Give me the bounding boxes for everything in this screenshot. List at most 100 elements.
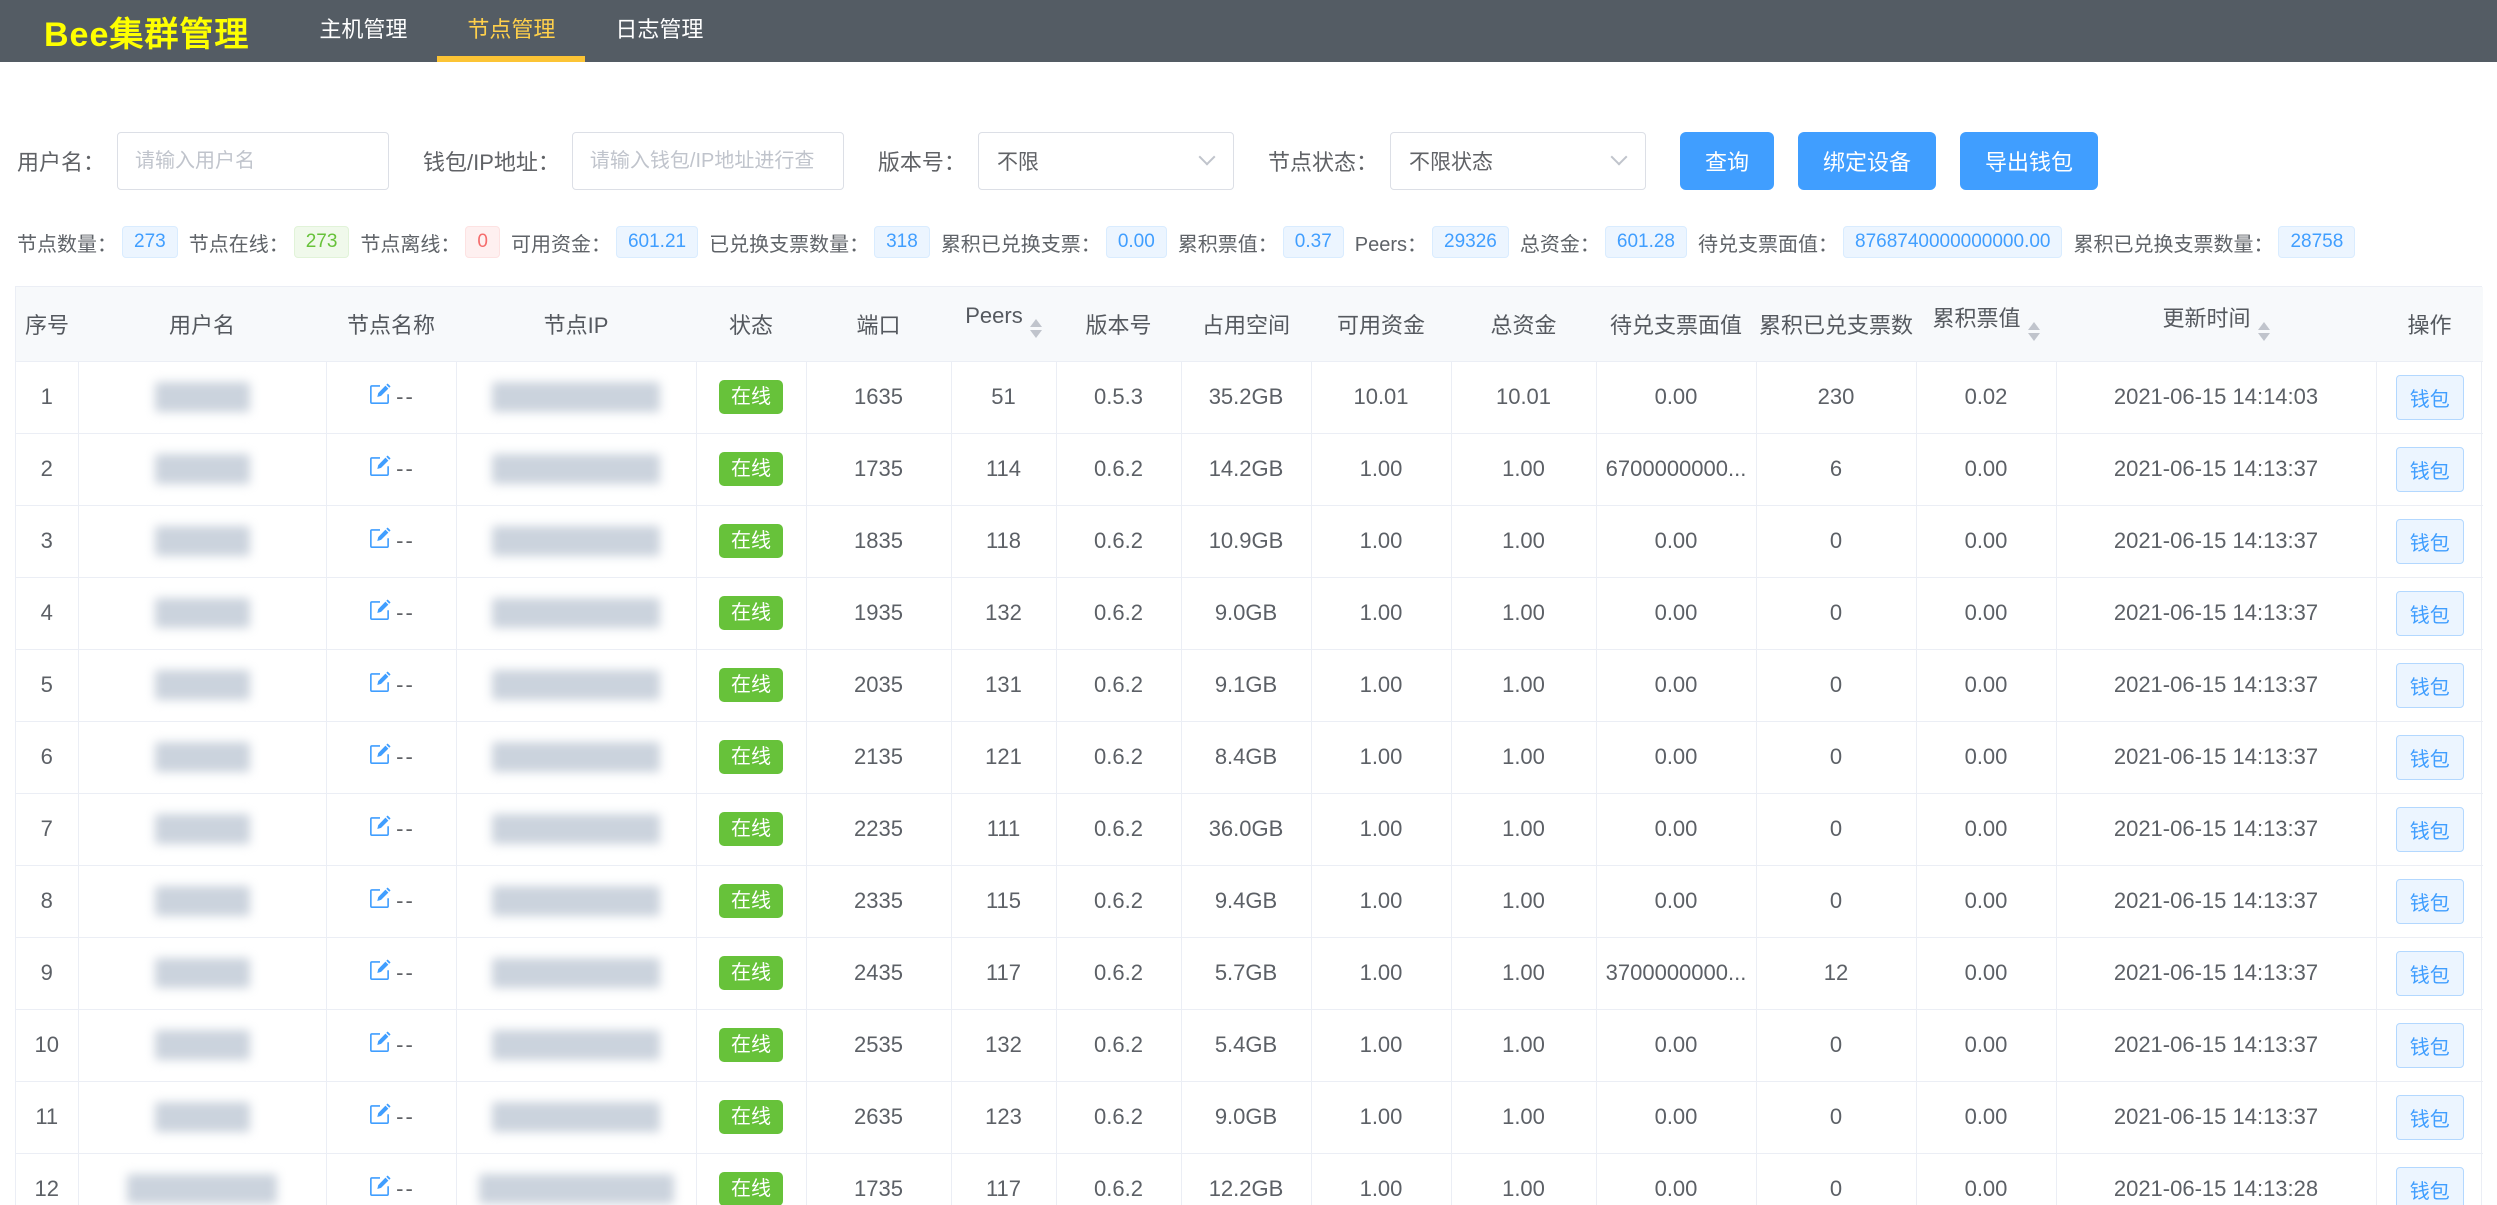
wallet-button[interactable]: 钱包 <box>2396 1023 2464 1068</box>
redacted-node-ip <box>492 670 660 700</box>
column-header-status: 状态 <box>696 287 806 361</box>
cell-action: 钱包 <box>2376 361 2483 433</box>
version-select[interactable]: 不限 <box>978 132 1234 190</box>
filter-version: 版本号： 不限 <box>878 132 1234 190</box>
column-header-label: 总资金 <box>1490 313 1556 338</box>
cell-ticket: 0.00 <box>1916 1153 2056 1205</box>
edit-icon[interactable] <box>367 885 393 917</box>
cell-node_ip <box>456 1009 696 1081</box>
cell-ticket: 0.00 <box>1916 649 2056 721</box>
wallet-label: 钱包/IP地址： <box>423 145 560 177</box>
column-header-label: 序号 <box>25 313 69 338</box>
column-header-total: 总资金 <box>1451 287 1596 361</box>
column-header-label: 端口 <box>856 313 900 338</box>
wallet-button[interactable]: 钱包 <box>2396 1095 2464 1140</box>
cell-updated: 2021-06-15 14:13:28 <box>2056 1153 2376 1205</box>
wallet-input[interactable] <box>572 132 844 190</box>
cell-status: 在线 <box>696 793 806 865</box>
app-brand: Bee集群管理 <box>44 0 249 62</box>
cell-node_ip <box>456 793 696 865</box>
status-badge-online: 在线 <box>719 1100 783 1134</box>
cell-port: 2635 <box>806 1081 951 1153</box>
cell-index: 4 <box>16 577 78 649</box>
nav-tab[interactable]: 日志管理 <box>585 0 733 62</box>
status-badge-online: 在线 <box>719 956 783 990</box>
sort-caret[interactable] <box>2258 316 2270 347</box>
wallet-button[interactable]: 钱包 <box>2396 591 2464 636</box>
wallet-button[interactable]: 钱包 <box>2396 663 2464 708</box>
cell-total: 1.00 <box>1451 1153 1596 1205</box>
edit-icon[interactable] <box>367 453 393 485</box>
cell-username <box>78 577 326 649</box>
cell-node_name: -- <box>326 865 456 937</box>
status-badge-online: 在线 <box>719 884 783 918</box>
query-button[interactable]: 查询 <box>1680 132 1774 190</box>
wallet-button[interactable]: 钱包 <box>2396 951 2464 996</box>
cell-redeemed: 0 <box>1756 1081 1916 1153</box>
edit-icon[interactable] <box>367 669 393 701</box>
wallet-button[interactable]: 钱包 <box>2396 519 2464 564</box>
cell-index: 7 <box>16 793 78 865</box>
cell-version: 0.6.2 <box>1056 1009 1181 1081</box>
status-select-value: 不限状态 <box>1409 146 1493 176</box>
column-header-updated[interactable]: 更新时间 <box>2056 287 2376 361</box>
edit-icon[interactable] <box>367 1173 393 1205</box>
status-select[interactable]: 不限状态 <box>1390 132 1646 190</box>
cell-redeemed: 0 <box>1756 505 1916 577</box>
cell-updated: 2021-06-15 14:13:37 <box>2056 1081 2376 1153</box>
column-header-peers[interactable]: Peers <box>951 287 1056 361</box>
cell-node_ip <box>456 721 696 793</box>
edit-icon[interactable] <box>367 813 393 845</box>
edit-icon[interactable] <box>367 1029 393 1061</box>
edit-icon[interactable] <box>367 381 393 413</box>
edit-icon[interactable] <box>367 741 393 773</box>
node-table: 序号用户名节点名称节点IP状态端口Peers版本号占用空间可用资金总资金待兑支票… <box>16 287 2483 1205</box>
cell-space: 10.9GB <box>1181 505 1311 577</box>
sort-caret[interactable] <box>1030 313 1042 344</box>
username-input[interactable] <box>117 132 389 190</box>
cell-pending: 0.00 <box>1596 1081 1756 1153</box>
chevron-down-icon <box>1610 149 1627 166</box>
cell-updated: 2021-06-15 14:13:37 <box>2056 793 2376 865</box>
nav-tab[interactable]: 主机管理 <box>289 0 437 62</box>
table-body: 1--在线1635510.5.335.2GB10.0110.010.002300… <box>16 361 2483 1205</box>
top-navbar: Bee集群管理 主机管理节点管理日志管理 <box>0 0 2497 62</box>
wallet-button[interactable]: 钱包 <box>2396 1167 2464 1205</box>
sort-caret[interactable] <box>2028 316 2040 347</box>
version-label: 版本号： <box>878 145 966 177</box>
cell-node_name: -- <box>326 1153 456 1205</box>
cell-username <box>78 361 326 433</box>
cell-available: 1.00 <box>1311 865 1451 937</box>
stat-label: Peers： <box>1355 228 1427 257</box>
stat-item: 累积已兑换支票数量：28758 <box>2073 226 2355 258</box>
export-wallet-button[interactable]: 导出钱包 <box>1960 132 2098 190</box>
column-header-version: 版本号 <box>1056 287 1181 361</box>
stat-item: 累积票值：0.37 <box>1178 226 1344 258</box>
edit-icon[interactable] <box>367 957 393 989</box>
redacted-node-ip <box>492 742 660 772</box>
cell-redeemed: 0 <box>1756 1009 1916 1081</box>
cell-available: 1.00 <box>1311 793 1451 865</box>
redacted-username <box>127 1174 277 1204</box>
cell-username <box>78 937 326 1009</box>
cell-space: 5.7GB <box>1181 937 1311 1009</box>
wallet-button[interactable]: 钱包 <box>2396 807 2464 852</box>
bind-device-button[interactable]: 绑定设备 <box>1798 132 1936 190</box>
wallet-button[interactable]: 钱包 <box>2396 879 2464 924</box>
edit-icon[interactable] <box>367 525 393 557</box>
cell-status: 在线 <box>696 937 806 1009</box>
nav-tab[interactable]: 节点管理 <box>437 0 585 62</box>
wallet-button[interactable]: 钱包 <box>2396 447 2464 492</box>
wallet-button[interactable]: 钱包 <box>2396 735 2464 780</box>
cell-port: 2335 <box>806 865 951 937</box>
cell-status: 在线 <box>696 433 806 505</box>
column-header-label: 待兑支票面值 <box>1610 313 1742 338</box>
stat-value-badge: 29326 <box>1432 226 1509 258</box>
column-header-ticket[interactable]: 累积票值 <box>1916 287 2056 361</box>
edit-icon[interactable] <box>367 1101 393 1133</box>
column-header-pending: 待兑支票面值 <box>1596 287 1756 361</box>
edit-icon[interactable] <box>367 597 393 629</box>
stat-item: 节点数量：273 <box>17 226 178 258</box>
cell-updated: 2021-06-15 14:13:37 <box>2056 721 2376 793</box>
wallet-button[interactable]: 钱包 <box>2396 375 2464 420</box>
